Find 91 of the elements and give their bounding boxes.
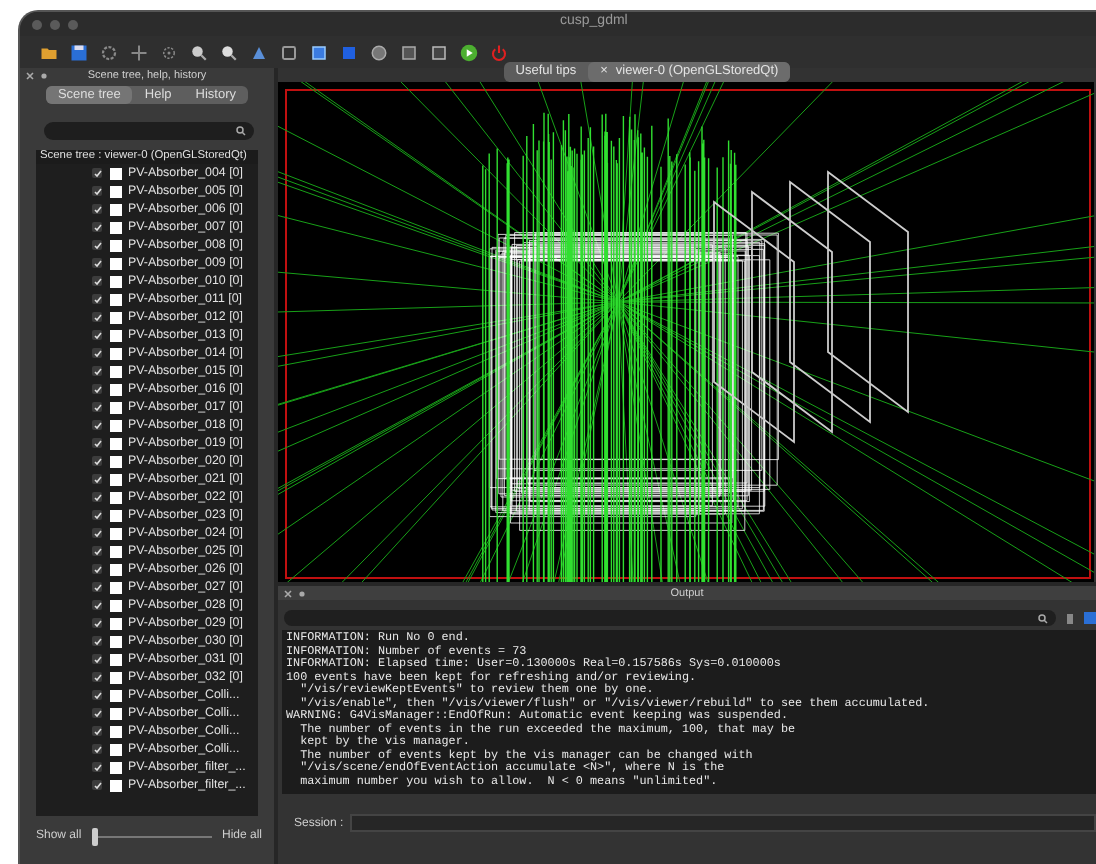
- color-swatch[interactable]: [110, 617, 122, 629]
- color-swatch[interactable]: [110, 347, 122, 359]
- color-swatch[interactable]: [110, 203, 122, 215]
- color-swatch[interactable]: [110, 455, 122, 467]
- checkbox[interactable]: [92, 186, 102, 196]
- color-swatch[interactable]: [110, 491, 122, 503]
- checkbox[interactable]: [92, 384, 102, 394]
- trash-icon[interactable]: [1066, 612, 1074, 624]
- color-swatch[interactable]: [110, 653, 122, 665]
- color-swatch[interactable]: [110, 185, 122, 197]
- color-swatch[interactable]: [110, 275, 122, 287]
- checkbox[interactable]: [92, 762, 102, 772]
- color-swatch[interactable]: [110, 563, 122, 575]
- checkbox[interactable]: [92, 564, 102, 574]
- color-swatch[interactable]: [110, 311, 122, 323]
- checkbox[interactable]: [92, 582, 102, 592]
- checkbox[interactable]: [92, 276, 102, 286]
- checkbox[interactable]: [92, 492, 102, 502]
- checkbox[interactable]: [92, 600, 102, 610]
- sphere-icon[interactable]: [370, 43, 388, 61]
- checkbox[interactable]: [92, 168, 102, 178]
- color-swatch[interactable]: [110, 761, 122, 773]
- color-swatch[interactable]: [110, 437, 122, 449]
- checkbox[interactable]: [92, 204, 102, 214]
- color-swatch[interactable]: [110, 599, 122, 611]
- search-icon: [236, 126, 246, 136]
- color-swatch[interactable]: [110, 581, 122, 593]
- color-swatch[interactable]: [110, 473, 122, 485]
- color-swatch[interactable]: [110, 365, 122, 377]
- checkbox[interactable]: [92, 258, 102, 268]
- color-swatch[interactable]: [110, 257, 122, 269]
- color-swatch[interactable]: [110, 383, 122, 395]
- checkbox[interactable]: [92, 654, 102, 664]
- move-icon[interactable]: [130, 43, 148, 61]
- checkbox[interactable]: [92, 726, 102, 736]
- color-swatch[interactable]: [110, 743, 122, 755]
- folder-icon[interactable]: [40, 43, 58, 61]
- color-swatch[interactable]: [110, 293, 122, 305]
- search-field[interactable]: [284, 610, 1056, 626]
- checkbox[interactable]: [92, 528, 102, 538]
- checkbox[interactable]: [92, 708, 102, 718]
- checkbox[interactable]: [92, 348, 102, 358]
- search-icon: [1038, 613, 1048, 623]
- search-field[interactable]: [44, 122, 254, 140]
- zoom-in-icon[interactable]: [190, 43, 208, 61]
- color-swatch[interactable]: [110, 527, 122, 539]
- color-swatch[interactable]: [110, 545, 122, 557]
- checkbox[interactable]: [92, 240, 102, 250]
- zoom-out-icon[interactable]: [220, 43, 238, 61]
- color-swatch[interactable]: [110, 167, 122, 179]
- checkbox[interactable]: [92, 672, 102, 682]
- color-swatch[interactable]: [110, 509, 122, 521]
- rotate-icon[interactable]: [100, 43, 118, 61]
- checkbox[interactable]: [92, 312, 102, 322]
- power-icon[interactable]: [490, 43, 508, 61]
- color-swatch[interactable]: [110, 725, 122, 737]
- color-swatch[interactable]: [110, 221, 122, 233]
- dock-controls-icon[interactable]: [26, 72, 50, 80]
- particle-tracks-drawing[interactable]: [278, 82, 1094, 582]
- session-field[interactable]: [349, 814, 1096, 832]
- pick-icon[interactable]: [160, 43, 178, 61]
- checkbox[interactable]: [92, 690, 102, 700]
- checkbox[interactable]: [92, 330, 102, 340]
- color-swatch[interactable]: [110, 239, 122, 251]
- color-swatch[interactable]: [110, 401, 122, 413]
- checkbox[interactable]: [92, 618, 102, 628]
- slider-thumb[interactable]: [91, 827, 98, 845]
- color-swatch[interactable]: [110, 689, 122, 701]
- checkbox[interactable]: [92, 780, 102, 790]
- color-swatch[interactable]: [110, 635, 122, 647]
- checkbox[interactable]: [92, 474, 102, 484]
- checkbox[interactable]: [92, 402, 102, 412]
- color-swatch[interactable]: [110, 329, 122, 341]
- color-swatch[interactable]: [110, 707, 122, 719]
- checkbox[interactable]: [92, 636, 102, 646]
- run-icon[interactable]: [460, 43, 478, 61]
- checkbox[interactable]: [92, 222, 102, 232]
- dock-controls-icon[interactable]: [284, 589, 308, 597]
- checkbox[interactable]: [92, 366, 102, 376]
- save-icon[interactable]: [70, 43, 88, 61]
- checkbox[interactable]: [92, 456, 102, 466]
- checkbox[interactable]: [92, 294, 102, 304]
- color-swatch[interactable]: [110, 419, 122, 431]
- perspective-icon[interactable]: [250, 43, 268, 61]
- color-swatch[interactable]: [110, 779, 122, 791]
- checkbox[interactable]: [92, 510, 102, 520]
- checkbox[interactable]: [92, 744, 102, 754]
- color-swatch[interactable]: [110, 671, 122, 683]
- checkbox[interactable]: [92, 438, 102, 448]
- checkbox[interactable]: [92, 420, 102, 430]
- checkbox[interactable]: [92, 546, 102, 556]
